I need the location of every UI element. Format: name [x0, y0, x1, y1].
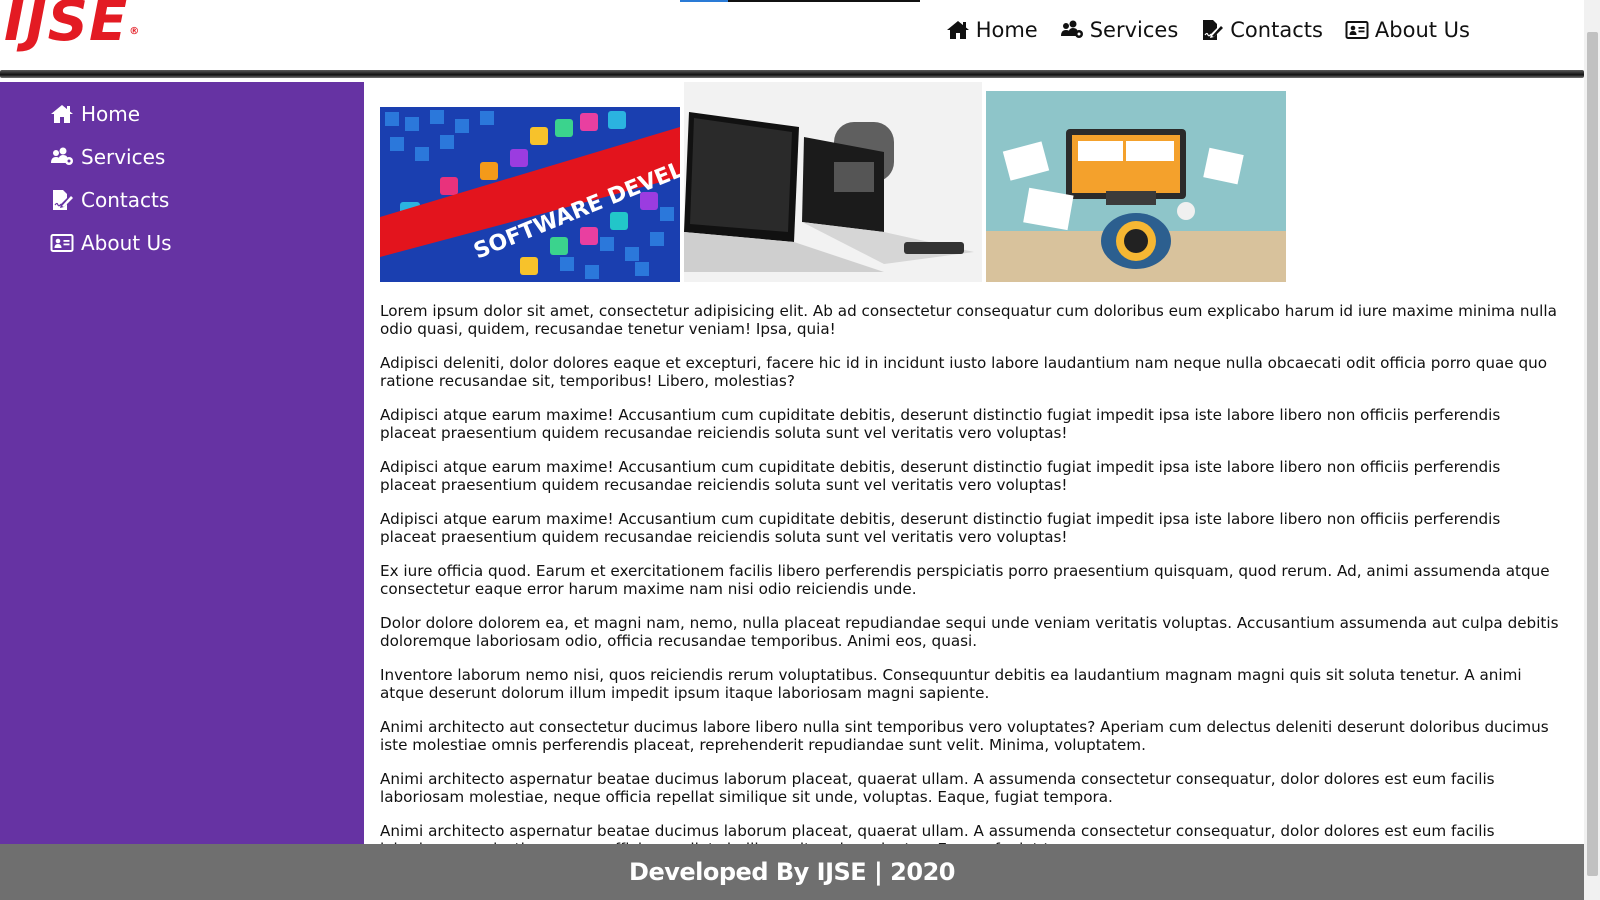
file-signature-icon	[1203, 20, 1224, 40]
sidebar-item-label: Contacts	[81, 187, 170, 212]
page-scrollbar[interactable]	[1584, 0, 1600, 900]
sidebar-nav: Home Services Contacts About Us	[0, 82, 364, 264]
paragraph: Adipisci atque earum maxime! Accusantium…	[380, 406, 1501, 442]
top-nav-about[interactable]: About Us	[1345, 18, 1470, 42]
sidebar-item-label: Services	[81, 144, 166, 169]
home-icon	[51, 104, 73, 123]
paragraph: Animi architecto aspernatur beatae ducim…	[380, 770, 1495, 806]
footer-credit: Developed By IJSE | 2020	[629, 858, 955, 886]
top-strip-accent	[680, 0, 728, 2]
top-nav: Home Services Contacts About Us	[946, 18, 1470, 42]
workspace-illustration-image	[986, 91, 1286, 282]
header: IJSE® Home Services Contacts About Us	[0, 0, 1584, 78]
paragraph: Dolor dolore dolorem ea, et magni nam, n…	[380, 614, 1559, 650]
top-nav-label: About Us	[1374, 18, 1470, 42]
paragraph: Animi architecto aut consectetur ducimus…	[380, 718, 1549, 754]
software-development-image: SOFTWARE DEVELOPMENT	[380, 107, 680, 282]
paragraph: Inventore laborum nemo nisi, quos reicie…	[380, 666, 1522, 702]
footer: Developed By IJSE | 2020	[0, 844, 1584, 900]
logo[interactable]: IJSE®	[4, 0, 139, 50]
logo-text: IJSE	[4, 0, 129, 54]
laptops-image	[684, 82, 982, 282]
paragraph: Animi architecto aspernatur beatae ducim…	[380, 822, 1495, 844]
sidebar-item-label: Home	[81, 101, 141, 126]
top-nav-label: Contacts	[1230, 18, 1323, 42]
paragraph: Adipisci deleniti, dolor dolores eaque e…	[380, 354, 1548, 390]
sidebar: Home Services Contacts About Us	[0, 82, 364, 844]
top-nav-label: Services	[1089, 18, 1179, 42]
address-card-icon	[50, 233, 74, 252]
main-content: SOFTWARE DEVELOPMENT	[380, 82, 1570, 844]
paragraph: Adipisci atque earum maxime! Accusantium…	[380, 510, 1501, 546]
top-nav-label: Home	[975, 18, 1038, 42]
paragraph: Lorem ipsum dolor sit amet, consectetur …	[380, 302, 1557, 338]
top-nav-home[interactable]: Home	[946, 18, 1038, 42]
top-nav-contacts[interactable]: Contacts	[1200, 18, 1323, 42]
sidebar-item-home[interactable]: Home	[0, 92, 364, 135]
sidebar-item-services[interactable]: Services	[0, 135, 364, 178]
article-body: Lorem ipsum dolor sit amet, consectetur …	[380, 282, 1570, 844]
image-gallery: SOFTWARE DEVELOPMENT	[380, 82, 1570, 282]
paragraph: Adipisci atque earum maxime! Accusantium…	[380, 458, 1501, 494]
logo-registered-mark: ®	[129, 26, 141, 37]
sidebar-item-contacts[interactable]: Contacts	[0, 178, 364, 221]
address-card-icon	[1345, 21, 1369, 39]
sidebar-item-about[interactable]: About Us	[0, 221, 364, 264]
home-icon	[946, 21, 969, 39]
file-signature-icon	[53, 189, 73, 210]
paragraph: Ex iure officia quod. Earum et exercitat…	[380, 562, 1550, 598]
users-cog-icon	[51, 147, 73, 165]
scrollbar-thumb[interactable]	[1587, 32, 1598, 876]
top-nav-services[interactable]: Services	[1060, 18, 1179, 42]
users-cog-icon	[1060, 20, 1083, 38]
header-divider	[0, 70, 1584, 78]
sidebar-item-label: About Us	[81, 230, 172, 255]
